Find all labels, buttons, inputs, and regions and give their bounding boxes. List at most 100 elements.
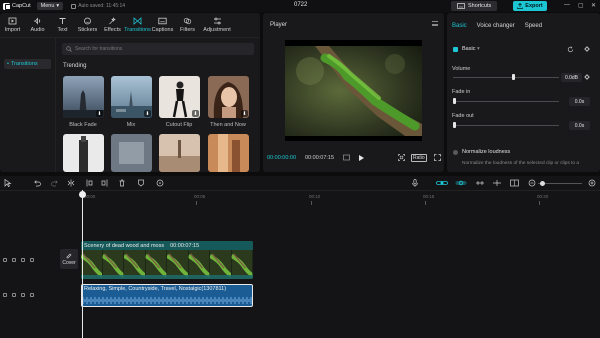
tab-speed[interactable]: Speed [525, 23, 542, 29]
select-cursor-icon[interactable] [4, 179, 12, 187]
playhead-handle[interactable] [79, 191, 86, 198]
fade-in-slider-track[interactable] [453, 101, 559, 102]
download-icon[interactable]: ⬇ [96, 110, 103, 117]
undo-icon[interactable] [33, 179, 41, 187]
current-time: 00:00:00:00 [267, 155, 297, 161]
tab-voice-changer[interactable]: Voice changer [477, 23, 515, 29]
tab-captions[interactable]: Captions [150, 13, 175, 37]
filters-icon [183, 17, 192, 25]
volume-value[interactable]: 0.0dB [561, 73, 582, 82]
zoom-slider-knob[interactable] [540, 181, 545, 186]
track-mute-icon[interactable] [21, 258, 25, 262]
stickers-icon [84, 17, 91, 25]
transition-preview-8 [208, 134, 249, 172]
transitions-icon [133, 17, 142, 25]
download-icon[interactable]: ⬇ [241, 110, 248, 117]
video-clip[interactable]: Scenery of dead wood and moss 00:00:07:1… [81, 241, 253, 279]
fullscreen-icon[interactable] [434, 154, 441, 161]
transition-thumb-black-fade[interactable]: ⬇ [63, 76, 104, 118]
transition-thumb-mix[interactable]: ⬇ [111, 76, 152, 118]
transition-thumb-then-and-now[interactable]: ⬇ [208, 76, 249, 118]
tab-text[interactable]: Text [50, 13, 75, 37]
fade-in-slider-knob[interactable] [453, 98, 456, 104]
download-icon[interactable]: ⬇ [144, 110, 151, 117]
track-hide-icon[interactable] [12, 293, 16, 297]
transition-thumb-cutout-flip[interactable]: ⬇ [159, 76, 200, 118]
sidebar-item-transitions[interactable]: • Transitions [4, 59, 51, 69]
export-button[interactable]: Export [513, 1, 547, 11]
volume-slider-track[interactable] [453, 77, 559, 78]
transition-preview-5 [63, 134, 104, 172]
audio-clip[interactable]: Relaxing, Simple, Countryside, Travel, N… [81, 284, 253, 307]
main-track-magnet-icon[interactable] [436, 179, 448, 187]
preview-axis-icon[interactable] [492, 179, 502, 187]
normalize-loudness-label: Normalize loudness [462, 149, 511, 155]
fade-out-slider-track[interactable] [453, 125, 559, 126]
normalize-loudness-toggle[interactable] [453, 150, 458, 155]
tab-adjustment[interactable]: Adjustment [200, 13, 234, 37]
delete-icon[interactable] [118, 179, 126, 187]
mark-icon[interactable] [137, 179, 145, 187]
mossy-branch-image [285, 46, 422, 136]
transition-thumb-8[interactable] [208, 134, 249, 172]
search-bar[interactable] [62, 43, 254, 55]
tab-basic[interactable]: Basic [452, 23, 467, 29]
player-menu-icon[interactable] [432, 21, 438, 26]
track-more-icon[interactable] [30, 293, 34, 297]
fullscreen-view-icon[interactable] [398, 154, 405, 161]
split-view-icon[interactable] [510, 179, 520, 187]
cover-button[interactable]: Cover [60, 249, 78, 269]
transition-thumb-7[interactable] [159, 134, 200, 172]
basic-checkbox[interactable] [453, 47, 458, 52]
tab-import[interactable]: Import [0, 13, 25, 37]
close-icon[interactable]: ✕ [591, 2, 596, 9]
microphone-icon[interactable] [411, 179, 419, 187]
menu-button[interactable]: Menu ▾ [36, 2, 64, 10]
track-lock-icon[interactable] [3, 258, 7, 262]
play-button[interactable] [359, 155, 364, 161]
search-input[interactable] [75, 46, 245, 52]
video-preview[interactable] [285, 40, 422, 141]
ruler-tick [425, 201, 426, 205]
title-bar: CapCut Menu ▾ Auto saved: 11:45:14 0722 … [0, 0, 600, 12]
reset-icon[interactable] [567, 46, 574, 53]
delete-left-icon[interactable] [85, 179, 93, 187]
redo-icon[interactable] [51, 179, 59, 187]
fade-out-slider-knob[interactable] [453, 122, 456, 128]
ratio-button[interactable]: Ratio [411, 154, 427, 162]
tab-transitions[interactable]: Transitions [124, 13, 151, 37]
fade-in-value[interactable]: 0.0s [569, 97, 590, 106]
auto-snap-icon[interactable] [455, 179, 467, 187]
transition-thumb-5[interactable] [63, 134, 104, 172]
tab-stickers[interactable]: Stickers [75, 13, 100, 37]
fade-out-value[interactable]: 0.0s [569, 121, 590, 130]
shortcuts-button[interactable]: Shortcuts [451, 1, 498, 11]
zoom-out-icon[interactable] [528, 179, 536, 187]
delete-right-icon[interactable] [101, 179, 109, 187]
transition-thumb-6[interactable] [111, 134, 152, 172]
freeze-icon[interactable] [156, 179, 164, 187]
track-more-icon[interactable] [30, 258, 34, 262]
download-icon[interactable]: ⬇ [192, 110, 199, 117]
linkage-icon[interactable] [475, 179, 485, 187]
keyframe-volume-icon[interactable] [584, 74, 590, 80]
maximize-icon[interactable]: ▢ [578, 2, 584, 9]
player-panel: Player 00:00:00:00 00:00:07:15 Ratio [263, 13, 444, 172]
timeline-view-icon[interactable] [343, 154, 350, 161]
split-icon[interactable] [67, 179, 75, 187]
track-mute-icon[interactable] [21, 293, 25, 297]
keyframe-basic-icon[interactable] [584, 46, 590, 52]
volume-slider-knob[interactable] [512, 74, 515, 80]
tab-filters[interactable]: Filters [175, 13, 200, 37]
zoom-in-icon[interactable] [588, 179, 596, 187]
tab-audio[interactable]: Audio [25, 13, 50, 37]
autosave-icon [71, 3, 77, 9]
capcut-logo-icon [3, 2, 11, 10]
timeline-area[interactable]: 00:00 00:05 00:10 00:15 00:20 Cover Scen… [0, 190, 600, 338]
minimize-icon[interactable]: — [564, 2, 570, 8]
tab-effects[interactable]: Effects [100, 13, 125, 37]
playhead[interactable] [82, 190, 83, 338]
track-hide-icon[interactable] [12, 258, 16, 262]
project-title: 0722 [294, 2, 308, 8]
track-lock-icon[interactable] [3, 293, 7, 297]
